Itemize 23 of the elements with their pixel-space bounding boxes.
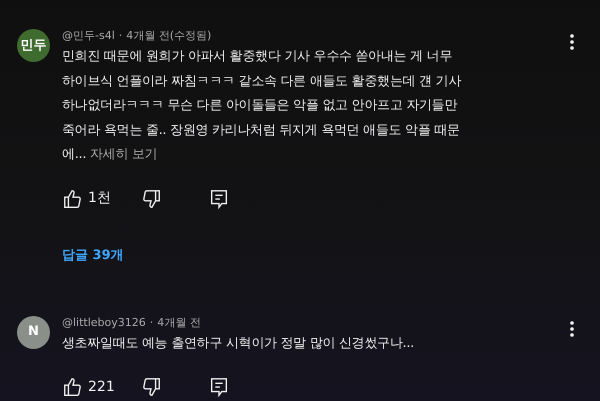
comment-text: 민희진 때문에 원희가 아파서 활중했다 기사 우수수 쏟아내는 게 너무 하이브식 언플이라 짜침ㅋㅋㅋ 같소속 다른 애들도 활중했는데 걘 기사 하나없더라ㅋㅋㅋ 무슨 다른 아이돌들은 악플 없고 안아프고 자기들만 죽어라 욕먹는 줄.. 장원영 카리나처럼 뒤지게 욕먹던 애들도 악플 때문에... 자세히 보기 [62,48,462,164]
reply-button[interactable] [208,188,230,210]
comment-icon [208,188,230,210]
author-name[interactable]: @민두-s4l [62,28,115,44]
read-more-link[interactable]: 자세히 보기 [90,147,158,162]
like-button[interactable]: 221 [62,376,140,398]
comment-time: 4개월 전(수정됨) [126,28,212,44]
more-options-icon[interactable] [570,320,574,336]
comment-text: 생초짜일때도 예능 출연하구 시혁이가 정말 많이 신경썼구나... [62,334,415,352]
thumbs-up-icon [62,188,84,210]
separator-dot: · [150,314,154,330]
comment-icon [208,376,230,398]
comment-time: 4개월 전 [157,314,201,330]
thumbs-down-icon [140,188,162,210]
thumbs-up-icon [62,376,84,398]
replies-button[interactable]: 답글 39개 [62,244,124,266]
thumbs-down-icon [140,376,162,398]
user-avatar[interactable]: 민두 [17,29,50,62]
more-options-icon[interactable] [570,34,574,50]
separator-dot: · [118,28,122,44]
like-button[interactable]: 1천 [62,188,140,210]
reply-button[interactable] [208,376,230,398]
author-name[interactable]: @littleboy3126 [62,314,146,330]
